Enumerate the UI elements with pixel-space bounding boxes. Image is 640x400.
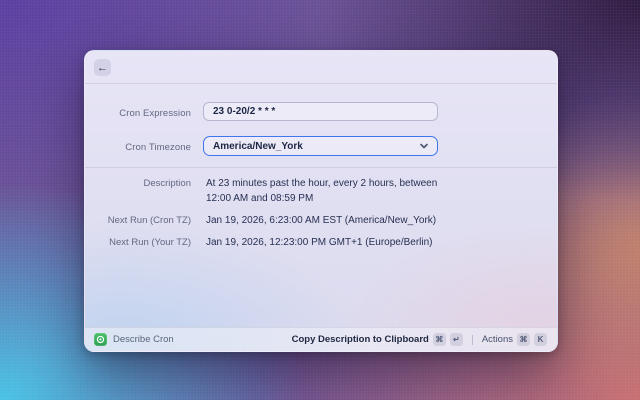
cron-timezone-select[interactable]: America/New_York — [203, 136, 438, 156]
describe-cron-app-icon — [94, 333, 107, 346]
actions-label: Actions — [482, 334, 513, 345]
footer-actions: Copy Description to Clipboard ⌘ ↵ Action… — [291, 331, 548, 348]
action-bar: Describe Cron Copy Description to Clipbo… — [85, 327, 557, 351]
description-value: At 23 minutes past the hour, every 2 hou… — [206, 176, 441, 206]
return-key-icon: ↵ — [450, 333, 463, 346]
footer-app-name: Describe Cron — [113, 334, 174, 345]
next-run-cron-tz-label: Next Run (Cron TZ) — [85, 213, 191, 228]
header-divider — [85, 83, 557, 84]
footer-app: Describe Cron — [94, 333, 291, 346]
actions-menu-button[interactable]: Actions ⌘ K — [481, 331, 548, 348]
window-header: ← — [85, 51, 557, 83]
cmd-key-icon: ⌘ — [517, 333, 530, 346]
cron-expression-label: Cron Expression — [85, 108, 191, 119]
footer-divider — [472, 335, 473, 345]
back-button[interactable]: ← — [94, 59, 111, 76]
arrow-left-icon: ← — [97, 62, 108, 74]
cmd-key-icon: ⌘ — [433, 333, 446, 346]
copy-description-button[interactable]: Copy Description to Clipboard ⌘ ↵ — [291, 331, 464, 348]
cron-timezone-value: America/New_York — [213, 138, 303, 155]
cron-clock-icon — [96, 335, 105, 344]
cron-expression-input[interactable]: 23 0-20/2 * * * — [203, 102, 438, 121]
next-run-your-tz-row: Next Run (Your TZ) Jan 19, 2026, 12:23:0… — [85, 235, 557, 250]
copy-description-label: Copy Description to Clipboard — [292, 334, 429, 345]
cron-expression-value: 23 0-20/2 * * * — [213, 106, 275, 117]
chevron-down-icon — [420, 143, 428, 149]
section-divider — [85, 167, 557, 168]
next-run-cron-tz-row: Next Run (Cron TZ) Jan 19, 2026, 6:23:00… — [85, 213, 557, 228]
description-row: Description At 23 minutes past the hour,… — [85, 176, 557, 206]
k-key-icon: K — [534, 333, 547, 346]
cron-timezone-label: Cron Timezone — [85, 142, 191, 153]
details-section: Description At 23 minutes past the hour,… — [85, 176, 557, 257]
next-run-cron-tz-value: Jan 19, 2026, 6:23:00 AM EST (America/Ne… — [206, 213, 441, 228]
description-label: Description — [85, 176, 191, 191]
next-run-your-tz-label: Next Run (Your TZ) — [85, 235, 191, 250]
next-run-your-tz-value: Jan 19, 2026, 12:23:00 PM GMT+1 (Europe/… — [206, 235, 441, 250]
describe-cron-window: ← Cron Expression 23 0-20/2 * * * Cron T… — [84, 50, 558, 352]
